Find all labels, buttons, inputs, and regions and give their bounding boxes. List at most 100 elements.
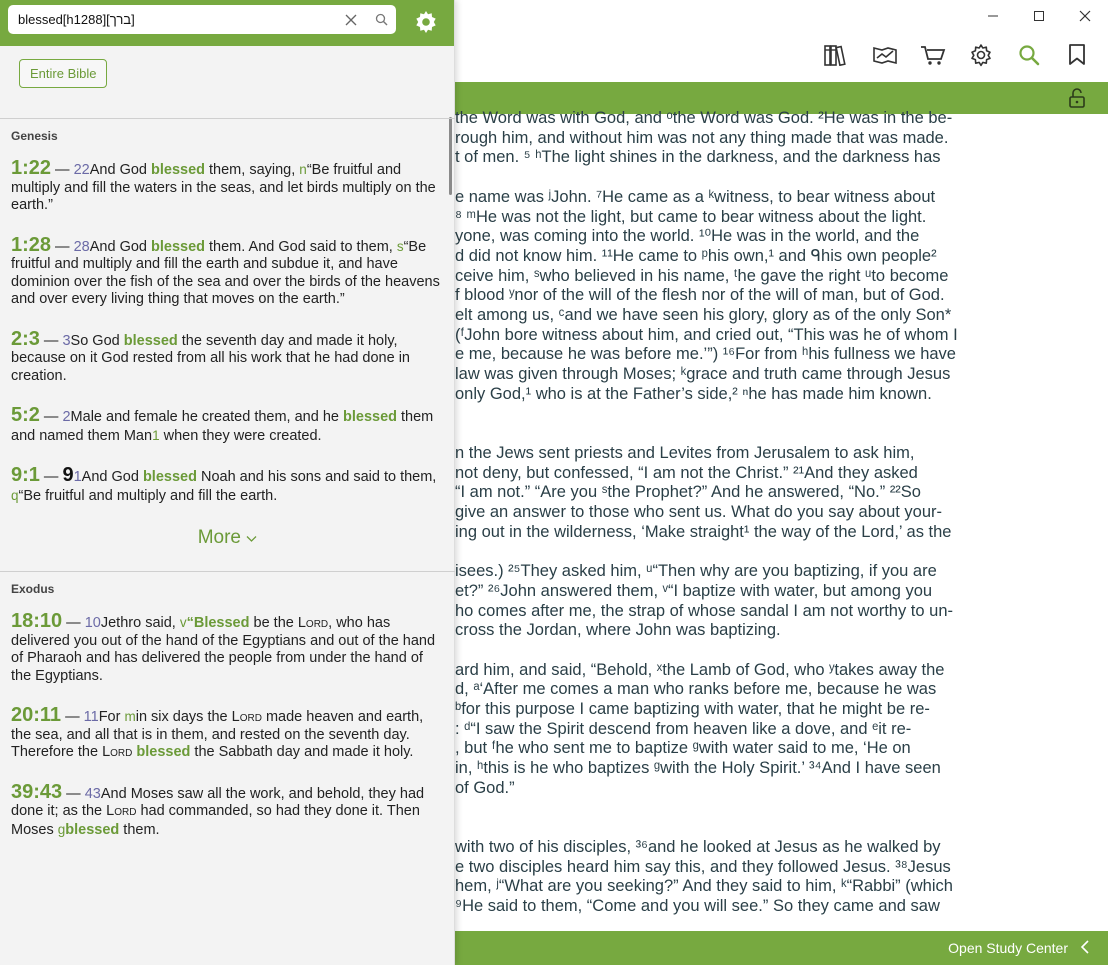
- passage-line: (ᶠJohn bore witness about him, and cried…: [455, 325, 958, 344]
- passage-line: , but ᶠhe who sent me to baptize ᵍwith w…: [455, 739, 911, 758]
- passage-line: e two disciples heard him say this, and …: [455, 857, 951, 876]
- verse-number: 43: [84, 785, 101, 802]
- passage-line: ᵇfor this purpose I came baptizing with …: [455, 700, 930, 718]
- open-study-center-button[interactable]: Open Study Center: [948, 931, 1090, 965]
- result-reference[interactable]: 1:28: [11, 234, 51, 256]
- reading-plans-icon[interactable]: [868, 38, 902, 72]
- search-settings-icon[interactable]: [414, 10, 438, 34]
- result-reference[interactable]: 39:43: [11, 781, 62, 803]
- search-submit-icon[interactable]: [366, 13, 396, 26]
- result-gen-2-3[interactable]: 2:3 — 3So God blessed the seventh day an…: [0, 328, 455, 386]
- search-icon[interactable]: [1012, 38, 1046, 72]
- passage-line: the Word was with God, and ᵒthe Word was…: [455, 109, 953, 127]
- verse-number: 2: [62, 409, 71, 425]
- verse-text: “Be fruitful and multiply and fill the e…: [18, 487, 278, 504]
- separator: —: [62, 615, 85, 631]
- clear-search-icon[interactable]: [336, 14, 366, 26]
- result-exo-20-11[interactable]: 20:11 — 11For min six days the Lord made…: [0, 704, 455, 762]
- passage-line: in, ʰthis is he who baptizes ᵍwith the H…: [455, 759, 941, 778]
- passage-line: give an answer to those who sent us. Wha…: [455, 503, 943, 521]
- verse-number: 10: [84, 615, 101, 631]
- passage-line: only God,¹ who is at the Father’s side,²…: [455, 384, 932, 403]
- result-reference[interactable]: 20:11: [11, 704, 61, 726]
- result-reference[interactable]: 18:10: [11, 610, 62, 632]
- search-results: Genesis 1:22 — 22And God blessed them, s…: [0, 118, 455, 965]
- passage-line: e name was ʲJohn. ⁷He came as a ᵏwitness…: [455, 187, 936, 206]
- separator: —: [39, 409, 63, 425]
- verse-number: 3: [62, 332, 71, 349]
- result-reference[interactable]: 9:1: [11, 464, 40, 486]
- unlock-icon[interactable]: [1066, 87, 1088, 109]
- result-reference[interactable]: 1:22: [11, 157, 51, 179]
- footnote-marker[interactable]: s: [397, 239, 404, 254]
- passage-line: ⁸ ᵐHe was not the light, but came to bea…: [455, 207, 927, 226]
- passage-line: d did not know him. ¹¹He came to ᵖhis ow…: [455, 246, 937, 265]
- settings-icon[interactable]: [964, 38, 998, 72]
- store-icon[interactable]: [916, 38, 950, 72]
- passage-line: ⁹He said to them, “Come and you will see…: [455, 897, 940, 915]
- footnote-marker[interactable]: 1: [152, 428, 160, 443]
- passage-line: isees.) ²⁵They asked him, ᵘ“Then why are…: [455, 562, 937, 581]
- search-hit: blessed: [343, 409, 397, 425]
- study-center-bar: Open Study Center: [455, 931, 1108, 965]
- more-label: More: [197, 527, 241, 548]
- search-input[interactable]: blessed[h1288][ברך]: [8, 5, 396, 34]
- search-hit: “Blessed: [186, 615, 250, 631]
- footnote-marker[interactable]: v: [180, 615, 187, 630]
- separator: —: [62, 785, 85, 802]
- divine-name: Lord: [102, 744, 133, 760]
- passage-line: of God.”: [455, 778, 515, 797]
- passage-line: t of men. ⁵ ʰThe light shines in the dar…: [455, 148, 941, 167]
- separator: —: [51, 238, 74, 255]
- passage-line: ard him, and said, “Behold, ˣthe Lamb of…: [455, 660, 945, 679]
- verse-number: 22: [73, 162, 90, 178]
- result-reference[interactable]: 2:3: [11, 328, 40, 350]
- result-exo-39-43[interactable]: 39:43 — 43And Moses saw all the work, an…: [0, 781, 455, 840]
- passage-line: n the Jews sent priests and Levites from…: [455, 443, 915, 462]
- verse-text: them, saying,: [205, 162, 300, 178]
- verse-text: in six days the: [135, 709, 232, 725]
- entire-bible-scope-button[interactable]: Entire Bible: [19, 59, 108, 88]
- search-input-value[interactable]: blessed[h1288][ברך]: [18, 12, 336, 27]
- window-controls: [970, 0, 1108, 32]
- maximize-icon[interactable]: [1016, 0, 1062, 32]
- footnote-marker[interactable]: q: [11, 488, 19, 503]
- bible-reader: the Word was with God, and ᵒthe Word was…: [455, 0, 1108, 965]
- divine-name: Lord: [297, 615, 329, 631]
- result-gen-1-28[interactable]: 1:28 — 28And God blessed them. And God s…: [0, 234, 455, 309]
- passage-line: d, ᵃ‘After me comes a man who ranks befo…: [455, 680, 937, 699]
- passage-line: yone, was coming into the world. ¹⁰He wa…: [455, 227, 920, 246]
- separator: —: [39, 469, 63, 485]
- minimize-icon[interactable]: [970, 0, 1016, 32]
- passage-line: “I am not.” “Are you ˢthe Prophet?” And …: [455, 483, 921, 502]
- chevron-down-icon: [246, 531, 257, 546]
- chevron-left-icon: [1080, 939, 1090, 957]
- result-gen-1-22[interactable]: 1:22 — 22And God blessed them, saying, n…: [0, 157, 455, 215]
- result-gen-5-2[interactable]: 5:2 — 2Male and female he created them, …: [0, 404, 455, 445]
- more-results-button[interactable]: More: [0, 527, 455, 549]
- passage-line: not deny, but confessed, “I am not the C…: [455, 463, 918, 482]
- search-hit: blessed: [136, 744, 191, 760]
- library-icon[interactable]: [820, 38, 854, 72]
- verse-text: And God: [81, 469, 143, 485]
- verse-text: them. And God said to them,: [205, 238, 397, 255]
- footnote-marker[interactable]: n: [299, 162, 307, 177]
- passage-line: elt among us, ᶜand we have seen his glor…: [455, 306, 952, 324]
- separator: —: [51, 162, 74, 178]
- verse-text: Male and female he created them, and he: [70, 409, 343, 425]
- separator: —: [39, 332, 63, 349]
- verse-text: Jethro said,: [100, 615, 180, 631]
- result-reference[interactable]: 5:2: [11, 404, 40, 426]
- main-toolbar: [820, 38, 1094, 72]
- verse-text: Noah and his sons and said to them,: [196, 469, 437, 485]
- verse-text: the Sabbath day and made it holy.: [190, 744, 414, 760]
- result-gen-9-1[interactable]: 9:1 — 91And God blessed Noah and his son…: [0, 464, 455, 505]
- bookmark-icon[interactable]: [1060, 38, 1094, 72]
- passage-text: the Word was with God, and ᵒthe Word was…: [455, 108, 1108, 926]
- result-exo-18-10[interactable]: 18:10 — 10Jethro said, v“Blessed be the …: [0, 610, 455, 685]
- footnote-marker[interactable]: m: [124, 709, 135, 724]
- passage-line: : ᵈ“I saw the Spirit descend from heaven…: [455, 719, 912, 738]
- passage-line: f blood ʸnor of the will of the flesh no…: [455, 286, 945, 305]
- verse-text: And God: [89, 238, 151, 255]
- close-window-icon[interactable]: [1062, 0, 1108, 32]
